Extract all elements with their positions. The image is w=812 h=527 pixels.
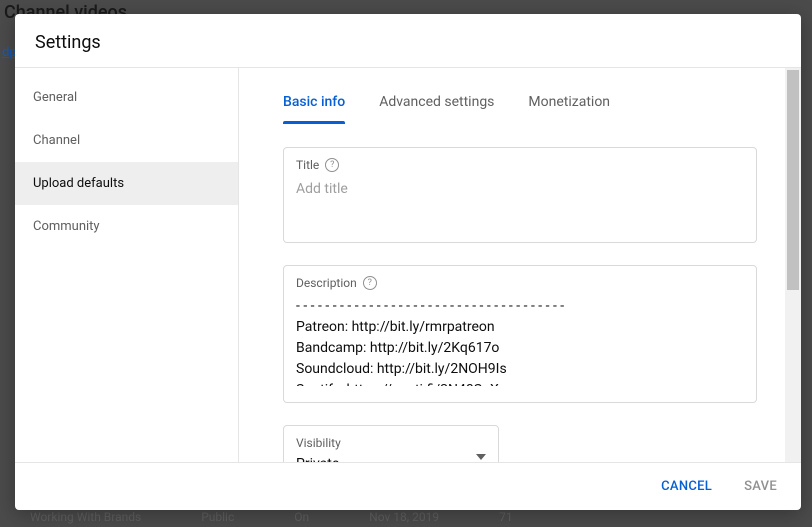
save-button[interactable]: SAVE xyxy=(740,473,781,500)
sidebar-item-channel[interactable]: Channel xyxy=(15,119,238,162)
dialog-title: Settings xyxy=(15,14,801,68)
visibility-select[interactable]: Visibility Private xyxy=(283,425,499,462)
content-tabs: Basic info Advanced settings Monetizatio… xyxy=(283,88,757,125)
settings-dialog: Settings General Channel Upload defaults… xyxy=(15,14,801,510)
visibility-label: Visibility xyxy=(296,436,341,450)
sidebar-item-community[interactable]: Community xyxy=(15,205,238,248)
tab-monetization[interactable]: Monetization xyxy=(528,88,610,124)
bg-row-date: Nov 18, 2019 xyxy=(369,510,439,524)
description-textarea[interactable] xyxy=(296,296,744,386)
description-label: Description xyxy=(296,276,357,290)
help-icon[interactable]: ? xyxy=(325,158,339,172)
bg-row-visibility: Public xyxy=(201,510,234,524)
bg-row-views: 71 xyxy=(499,510,513,524)
background-row: Working With Brands Public On Nov 18, 20… xyxy=(30,507,812,527)
settings-content: Basic info Advanced settings Monetizatio… xyxy=(239,68,801,462)
tab-basic-info[interactable]: Basic info xyxy=(283,88,345,124)
dialog-footer: CANCEL SAVE xyxy=(15,462,801,510)
title-input[interactable] xyxy=(296,179,744,200)
cancel-button[interactable]: CANCEL xyxy=(657,473,716,500)
bg-row-title: Working With Brands xyxy=(30,510,141,524)
content-scrollbar[interactable] xyxy=(785,68,801,462)
settings-sidebar: General Channel Upload defaults Communit… xyxy=(15,68,239,462)
dialog-body: General Channel Upload defaults Communit… xyxy=(15,68,801,462)
description-label-row: Description ? xyxy=(296,276,744,290)
description-field[interactable]: Description ? xyxy=(283,265,757,403)
help-icon[interactable]: ? xyxy=(363,276,377,290)
sidebar-item-upload-defaults[interactable]: Upload defaults xyxy=(15,162,238,205)
scrollbar-thumb[interactable] xyxy=(787,70,799,290)
title-label: Title xyxy=(296,158,319,172)
sidebar-item-general[interactable]: General xyxy=(15,76,238,119)
title-field[interactable]: Title ? xyxy=(283,147,757,243)
tab-advanced-settings[interactable]: Advanced settings xyxy=(379,88,494,124)
title-label-row: Title ? xyxy=(296,158,744,172)
visibility-value: Private xyxy=(296,456,341,462)
chevron-down-icon xyxy=(476,445,486,463)
bg-row-monetization: On xyxy=(294,510,309,524)
